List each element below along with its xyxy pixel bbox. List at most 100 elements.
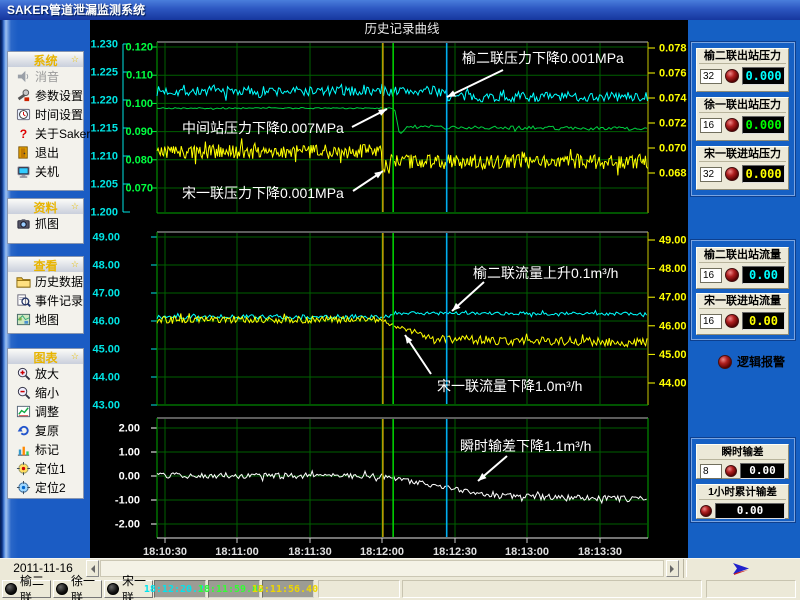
- tag-number-field[interactable]: 8: [700, 464, 722, 479]
- axis-tick-label: 44.00: [92, 372, 120, 384]
- readout-panel: 瞬时输差80.00: [696, 444, 789, 479]
- section-header[interactable]: 图表 ☆: [8, 349, 83, 364]
- axis-tick-label: 0.070: [125, 183, 153, 195]
- sidebar-item-label: 关机: [35, 163, 59, 180]
- value-display: 0.000: [742, 67, 785, 85]
- sidebar-item-label: 标记: [35, 441, 59, 458]
- axis-tick-label: 47.00: [92, 288, 120, 300]
- sidebar-item[interactable]: 时间设置: [8, 105, 83, 124]
- mute-icon: [16, 69, 31, 84]
- time-scrollbar: 2011-11-16: [0, 558, 800, 578]
- sidebar-item: 消音: [8, 67, 83, 86]
- right-arrow-icon: [670, 565, 678, 573]
- collapse-icon[interactable]: ☆: [71, 199, 79, 214]
- axis-tick-label: 0.100: [125, 98, 153, 110]
- axis-tick-label: 0.072: [659, 118, 687, 130]
- readout-panel: 榆二联出站流量160.00: [696, 247, 789, 289]
- x-axis-label: 18:11:00: [215, 546, 258, 558]
- sidebar-item-label: 地图: [35, 311, 59, 328]
- section-header[interactable]: 查看 ☆: [8, 257, 83, 272]
- sidebar-item[interactable]: 抓图: [8, 214, 83, 233]
- axis-tick-label: 0.076: [659, 68, 687, 80]
- sidebar-section-2: 资料☆抓图: [7, 198, 84, 244]
- axis-tick-label: 49.00: [659, 235, 687, 247]
- mark-icon: [16, 442, 31, 457]
- sidebar-item[interactable]: 复原: [8, 421, 83, 440]
- zoom-in-icon: [16, 366, 31, 381]
- sidebar-item[interactable]: 事件记录: [8, 291, 83, 310]
- tag-number-field[interactable]: 16: [700, 268, 722, 283]
- titlebar: SAKER管道泄漏监测系统: [0, 0, 800, 20]
- sidebar-item[interactable]: 历史数据: [8, 272, 83, 291]
- axis-tick-label: 48.00: [659, 263, 687, 275]
- svg-text:?: ?: [20, 127, 27, 141]
- station-label: 徐一联: [71, 572, 99, 600]
- scroll-right-button[interactable]: [666, 560, 679, 577]
- axis-tick-label: 0.068: [659, 168, 687, 180]
- collapse-icon[interactable]: ☆: [71, 52, 79, 67]
- station-button[interactable]: 榆二联: [2, 580, 51, 598]
- sidebar-item[interactable]: 放大: [8, 364, 83, 383]
- statusbar-cell: [402, 580, 702, 598]
- sidebar-item-label: 参数设置: [35, 87, 83, 104]
- annotation-text: 宋一联流量下降1.0m³/h: [437, 378, 582, 394]
- tag-number-field[interactable]: 32: [700, 167, 722, 182]
- restore-icon: [16, 423, 31, 438]
- axis-tick-label: -1.00: [115, 495, 140, 507]
- axis-tick-label: 1.225: [90, 67, 118, 79]
- chart-area: 1.2301.2251.2201.2151.2101.2051.2000.120…: [90, 20, 688, 558]
- sidebar-item[interactable]: ?关于Saker: [8, 124, 83, 143]
- readout-label: 榆二联出站压力: [699, 49, 786, 64]
- readout-label: 宋一联进站压力: [699, 147, 786, 162]
- section-title: 图表: [33, 351, 57, 365]
- help-icon: ?: [16, 126, 31, 141]
- status-led-icon: [725, 118, 739, 132]
- sidebar-item[interactable]: 定位2: [8, 478, 83, 497]
- tag-number-field[interactable]: 16: [700, 118, 722, 133]
- sidebar-item[interactable]: 调整: [8, 402, 83, 421]
- sidebar-item[interactable]: 关机: [8, 162, 83, 181]
- sidebar-item-label: 事件记录: [35, 292, 83, 309]
- scrollbar-track[interactable]: [100, 560, 664, 577]
- x-axis-label: 18:13:30: [578, 546, 622, 558]
- locate1-icon: [16, 461, 31, 476]
- alarm-led-icon: [718, 355, 732, 369]
- readout-label: 瞬时输差: [699, 445, 786, 460]
- axis-tick-label: 1.205: [90, 179, 118, 191]
- sidebar: 系统☆消音参数设置时间设置?关于Saker退出关机资料☆抓图查看☆历史数据事件记…: [0, 20, 90, 558]
- axis-tick-label: 1.210: [90, 151, 118, 163]
- section-header[interactable]: 资料☆: [8, 199, 83, 214]
- history-chart: 1.2301.2251.2201.2151.2101.2051.2000.120…: [90, 20, 690, 560]
- divider: [683, 559, 684, 578]
- sidebar-item[interactable]: 参数设置: [8, 86, 83, 105]
- tag-number-field[interactable]: 16: [700, 314, 722, 329]
- section-title: 查看: [33, 259, 57, 273]
- sidebar-item[interactable]: 退出: [8, 143, 83, 162]
- axis-tick-label: 0.090: [125, 126, 153, 138]
- tag-number-field[interactable]: 32: [700, 69, 722, 84]
- section-title: 系统: [33, 54, 57, 68]
- play-cell[interactable]: [686, 560, 797, 577]
- sidebar-item-label: 放大: [35, 365, 59, 382]
- app-window: SAKER管道泄漏监测系统 系统 ☆ 消音参数设置时间设置?关于Saker退出关机资…: [0, 0, 800, 600]
- sidebar-item-label: 消音: [35, 68, 59, 85]
- sidebar-item[interactable]: 地图: [8, 310, 83, 329]
- locate2-icon: [16, 480, 31, 495]
- axis-tick-label: 44.00: [659, 378, 687, 390]
- clock-icon: [16, 107, 31, 122]
- section-header[interactable]: 系统 ☆: [8, 52, 83, 67]
- sidebar-item-label: 复原: [35, 422, 59, 439]
- station-button[interactable]: 徐一联: [53, 580, 102, 598]
- flow-readouts: 榆二联出站流量160.00宋一联进站流量160.00: [691, 240, 795, 340]
- axis-tick-label: 45.00: [659, 349, 687, 361]
- play-arrow-icon: [729, 561, 755, 576]
- folder-icon: [16, 274, 31, 289]
- value-display: 0.000: [742, 116, 785, 134]
- statusbar-cell: [706, 580, 796, 598]
- sidebar-item[interactable]: 缩小: [8, 383, 83, 402]
- collapse-icon[interactable]: ☆: [71, 257, 79, 272]
- sidebar-item[interactable]: 定位1: [8, 459, 83, 478]
- statusbar-cell: [318, 580, 400, 598]
- collapse-icon[interactable]: ☆: [71, 349, 79, 364]
- sidebar-item[interactable]: 标记: [8, 440, 83, 459]
